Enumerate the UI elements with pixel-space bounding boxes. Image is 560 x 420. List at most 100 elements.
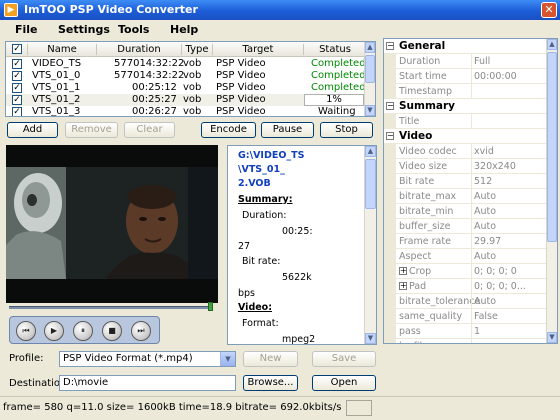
info-scrollbar[interactable]: ▲ ▼: [364, 146, 376, 344]
row-type: vob: [183, 106, 202, 117]
save-profile-button[interactable]: Save: [312, 351, 376, 367]
add-button[interactable]: Add: [7, 122, 58, 138]
profile-label: Profile:: [9, 353, 44, 364]
row-status: Completed: [311, 70, 366, 81]
property-row[interactable]: same_quality False: [384, 309, 547, 324]
next-icon[interactable]: ⏭: [131, 321, 151, 341]
menu-tools[interactable]: Tools: [118, 23, 149, 36]
row-duration: 00:25:27: [132, 94, 177, 105]
menu-settings[interactable]: Settings: [58, 23, 110, 36]
collapse-icon[interactable]: −: [386, 132, 394, 140]
row-checkbox[interactable]: ✓: [12, 107, 22, 116]
col-duration[interactable]: Duration: [97, 44, 181, 55]
properties-panel[interactable]: − General Duration Full Start time 00:00:0…: [383, 38, 558, 344]
collapse-icon[interactable]: −: [386, 42, 394, 50]
row-checkbox[interactable]: ✓: [12, 59, 22, 69]
property-row[interactable]: Video size 320x240: [384, 159, 547, 174]
section-general[interactable]: − General: [384, 39, 547, 54]
collapse-icon[interactable]: −: [386, 102, 394, 110]
play-icon[interactable]: ▶: [44, 321, 64, 341]
scroll-up-icon[interactable]: ▲: [547, 39, 557, 50]
property-row[interactable]: Title: [384, 114, 547, 129]
row-checkbox[interactable]: ✓: [12, 95, 22, 105]
info-video-heading: Video:: [238, 302, 273, 313]
row-name: VTS_01_0: [32, 70, 81, 81]
table-row[interactable]: ✓ VTS_01_0 577014:32:22 vob PSP Video Co…: [6, 70, 366, 82]
property-row[interactable]: + Crop 0; 0; 0; 0: [384, 264, 547, 279]
pause-button[interactable]: Pause: [261, 122, 314, 138]
info-summary-heading: Summary:: [238, 194, 293, 205]
property-row[interactable]: Frame rate 29.97: [384, 234, 547, 249]
expand-icon[interactable]: +: [399, 282, 407, 290]
chevron-down-icon[interactable]: ▼: [220, 352, 235, 366]
property-row[interactable]: Aspect Auto: [384, 249, 547, 264]
scroll-down-icon[interactable]: ▼: [547, 332, 557, 343]
info-duration-label: Duration:: [242, 210, 287, 221]
row-checkbox[interactable]: ✓: [12, 71, 22, 81]
title-bar: ▶ ImTOO PSP Video Converter ✕: [0, 0, 560, 20]
seek-handle[interactable]: [208, 302, 213, 311]
property-row[interactable]: bitrate_max Auto: [384, 189, 547, 204]
table-scrollbar[interactable]: ▲ ▼: [364, 42, 375, 116]
menu-file[interactable]: File: [15, 23, 38, 36]
col-name[interactable]: Name: [28, 44, 96, 55]
file-info-panel[interactable]: G:\VIDEO_TS \VTS_01_ 2.VOB Summary: Dura…: [227, 145, 377, 345]
destination-value: D:\movie: [63, 377, 109, 388]
stop-button[interactable]: Stop: [320, 122, 373, 138]
scroll-up-icon[interactable]: ▲: [365, 146, 376, 157]
select-all-checkbox[interactable]: ✓: [12, 44, 22, 54]
close-button[interactable]: ✕: [541, 2, 557, 18]
row-name: VTS_01_1: [32, 82, 81, 93]
previous-icon[interactable]: ⏮: [16, 321, 36, 341]
new-profile-button[interactable]: New: [243, 351, 298, 367]
scroll-down-icon[interactable]: ▼: [365, 105, 375, 116]
scroll-thumb[interactable]: [547, 52, 557, 242]
playback-controls: ⏮ ▶ ⏸ ■ ⏭: [9, 316, 160, 344]
property-row[interactable]: Duration Full: [384, 54, 547, 69]
properties-scrollbar[interactable]: ▲ ▼: [546, 39, 557, 343]
expand-icon[interactable]: +: [399, 267, 407, 275]
row-status: Completed: [311, 82, 366, 93]
clear-button[interactable]: Clear: [124, 122, 175, 138]
property-row[interactable]: logfilename: [384, 339, 547, 343]
table-row[interactable]: ✓ VTS_01_3 00:26:27 vob PSP Video Waitin…: [6, 106, 366, 117]
row-name: VIDEO_TS: [32, 58, 82, 69]
row-status: Completed: [311, 58, 366, 69]
row-checkbox[interactable]: ✓: [12, 83, 22, 93]
table-row[interactable]: ✓ VTS_01_1 00:25:12 vob PSP Video Comple…: [6, 82, 366, 94]
encode-button[interactable]: Encode: [201, 122, 256, 138]
property-row[interactable]: buffer_size Auto: [384, 219, 547, 234]
property-row[interactable]: Timestamp: [384, 84, 547, 99]
property-row[interactable]: bitrate_tolerance Auto: [384, 294, 547, 309]
scroll-thumb[interactable]: [365, 55, 375, 83]
profile-select[interactable]: PSP Video Format (*.mp4) ▼: [59, 351, 236, 367]
row-name: VTS_01_2: [32, 94, 81, 105]
pause-icon[interactable]: ⏸: [73, 321, 93, 341]
seek-bar[interactable]: [9, 306, 212, 309]
col-type[interactable]: Type: [182, 44, 212, 55]
col-status[interactable]: Status: [304, 44, 366, 55]
property-row[interactable]: pass 1: [384, 324, 547, 339]
section-video[interactable]: − Video: [384, 129, 547, 144]
scroll-thumb[interactable]: [365, 159, 376, 209]
table-row[interactable]: ✓ VIDEO_TS 577014:32:22 vob PSP Video Co…: [6, 58, 366, 70]
menu-bar: File Settings Tools Help: [0, 20, 380, 38]
info-bitrate-value: 5622k: [282, 272, 312, 283]
stop-icon[interactable]: ■: [102, 321, 122, 341]
scroll-down-icon[interactable]: ▼: [365, 333, 376, 344]
property-row[interactable]: + Pad 0; 0; 0; 0...: [384, 279, 547, 294]
col-target[interactable]: Target: [213, 44, 303, 55]
property-row[interactable]: Start time 00:00:00: [384, 69, 547, 84]
property-row[interactable]: Video codec xvid: [384, 144, 547, 159]
table-row[interactable]: ✓ VTS_01_2 00:25:27 vob PSP Video 1%: [6, 94, 366, 106]
property-row[interactable]: bitrate_min Auto: [384, 204, 547, 219]
destination-input[interactable]: D:\movie: [59, 375, 236, 391]
remove-button[interactable]: Remove: [65, 122, 118, 138]
browse-button[interactable]: Browse...: [243, 375, 298, 391]
open-button[interactable]: Open: [312, 375, 376, 391]
file-list[interactable]: ✓ Name Duration Type Target Status ✓ VID…: [5, 41, 376, 117]
section-summary[interactable]: − Summary: [384, 99, 547, 114]
menu-help[interactable]: Help: [170, 23, 198, 36]
scroll-up-icon[interactable]: ▲: [365, 42, 375, 53]
property-row[interactable]: Bit rate 512: [384, 174, 547, 189]
